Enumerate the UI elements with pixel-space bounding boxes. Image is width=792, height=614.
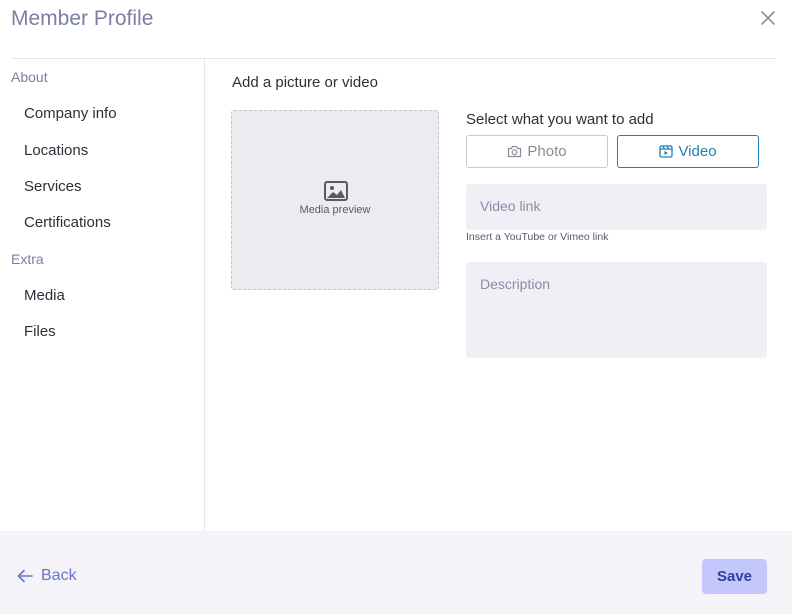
video-link-hint: Insert a YouTube or Vimeo link — [466, 231, 609, 243]
sidebar-item-media[interactable]: Media — [24, 287, 65, 304]
dialog-header: Member Profile — [0, 0, 792, 58]
media-preview[interactable]: Media preview — [231, 110, 439, 290]
sidebar-item-files[interactable]: Files — [24, 323, 56, 340]
photo-toggle-label: Photo — [527, 143, 567, 160]
video-icon — [659, 145, 674, 158]
video-toggle-label: Video — [678, 143, 717, 160]
sidebar-section-about: About — [11, 69, 48, 85]
video-link-placeholder: Video link — [480, 198, 541, 214]
video-toggle-button[interactable]: Video — [617, 135, 759, 168]
media-preview-text: Media preview — [299, 204, 371, 216]
sidebar-item-company-info[interactable]: Company info — [24, 105, 117, 122]
photo-toggle-button[interactable]: Photo — [466, 135, 608, 168]
sidebar-section-extra: Extra — [11, 251, 44, 267]
back-button[interactable]: Back — [17, 567, 77, 585]
close-icon — [761, 11, 775, 25]
dialog-footer: Back Save — [0, 531, 792, 614]
camera-icon — [508, 145, 522, 158]
description-input[interactable]: Description — [466, 262, 767, 358]
sidebar-item-certifications[interactable]: Certifications — [24, 214, 111, 231]
image-icon — [324, 181, 348, 201]
select-type-label: Select what you want to add — [466, 111, 654, 128]
back-label: Back — [41, 567, 77, 584]
sidebar-item-services[interactable]: Services — [24, 178, 82, 195]
video-link-input[interactable]: Video link — [466, 184, 767, 230]
close-button[interactable] — [758, 8, 778, 28]
arrow-left-icon — [17, 569, 33, 583]
add-media-label: Add a picture or video — [232, 74, 378, 91]
sidebar: About Company info Locations Services Ce… — [0, 59, 205, 531]
save-button[interactable]: Save — [702, 559, 767, 594]
page-title: Member Profile — [11, 7, 154, 30]
description-placeholder: Description — [480, 276, 551, 292]
sidebar-item-locations[interactable]: Locations — [24, 142, 88, 159]
